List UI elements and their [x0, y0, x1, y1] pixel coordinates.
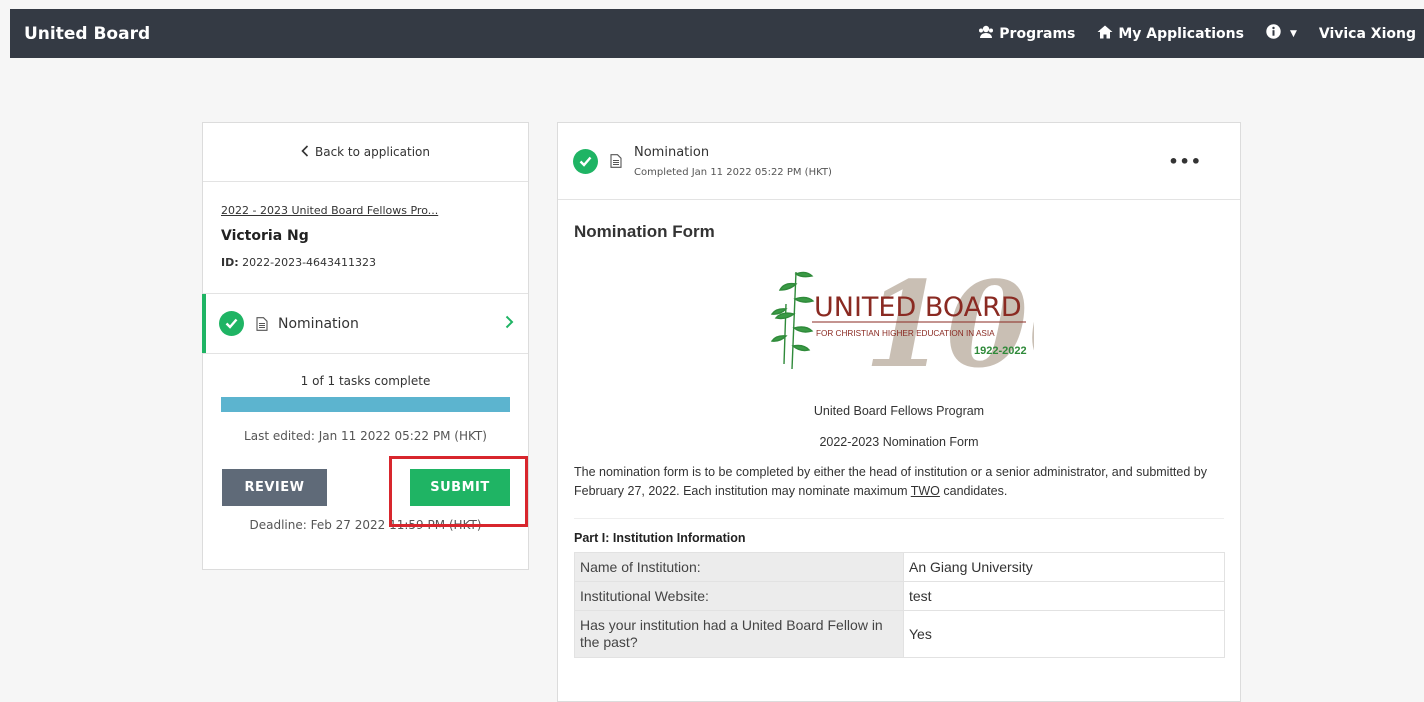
- description-text-end: candidates.: [939, 484, 1008, 498]
- institution-info-table: Name of Institution: An Giang University…: [574, 552, 1225, 658]
- field-value: Yes: [903, 610, 1225, 658]
- nav-my-applications-label: My Applications: [1118, 25, 1244, 42]
- description-text: The nomination form is to be completed b…: [574, 465, 1207, 498]
- description-emphasis: TWO: [910, 484, 940, 498]
- section-title: Part I: Institution Information: [574, 531, 746, 545]
- progress-text: 1 of 1 tasks complete: [300, 374, 431, 388]
- check-icon: [219, 311, 244, 336]
- info-icon: [1266, 24, 1281, 43]
- brand-title[interactable]: United Board: [24, 24, 150, 44]
- form-body: Nomination Form 100 UNITED BOARD FOR CHR…: [558, 222, 1240, 658]
- top-navbar: United Board Programs My Applications ▼ …: [10, 9, 1424, 58]
- field-value: test: [903, 581, 1225, 611]
- progress-bar: [221, 397, 510, 412]
- svg-text:1922-2022: 1922-2022: [974, 345, 1027, 357]
- check-icon: [573, 148, 598, 174]
- nav-programs[interactable]: Programs: [978, 25, 1075, 43]
- info-menu[interactable]: ▼: [1266, 24, 1297, 43]
- programs-icon: [978, 25, 994, 43]
- id-value: 2022-2023-4643411323: [242, 256, 377, 269]
- action-buttons: REVIEW SUBMIT: [203, 456, 528, 527]
- field-label: Name of Institution:: [574, 552, 904, 582]
- task-item-nomination[interactable]: Nomination: [202, 294, 528, 354]
- home-icon: [1097, 25, 1113, 43]
- svg-text:UNITED BOARD: UNITED BOARD: [814, 292, 1022, 323]
- table-row: Name of Institution: An Giang University: [574, 552, 1225, 582]
- table-row: Has your institution had a United Board …: [574, 610, 1225, 658]
- back-label: Back to application: [314, 145, 430, 159]
- back-to-application-link[interactable]: Back to application: [203, 123, 528, 182]
- divider: [574, 518, 1224, 519]
- application-info: 2022 - 2023 United Board Fellows Pro... …: [203, 182, 528, 294]
- nav-programs-label: Programs: [999, 25, 1076, 42]
- nav-my-applications[interactable]: My Applications: [1097, 25, 1244, 43]
- task-label: Nomination: [278, 315, 359, 332]
- field-label: Has your institution had a United Board …: [574, 610, 904, 658]
- task-panel: Nomination Completed Jan 11 2022 05:22 P…: [557, 122, 1241, 702]
- field-label: Institutional Website:: [574, 581, 904, 611]
- task-panel-title: Nomination: [634, 144, 710, 160]
- top-nav: Programs My Applications ▼ Vivica Xiong: [978, 9, 1424, 58]
- task-panel-subtitle: Completed Jan 11 2022 05:22 PM (HKT): [634, 166, 832, 178]
- chevron-right-icon: [505, 313, 514, 334]
- svg-text:FOR CHRISTIAN HIGHER EDUCATION: FOR CHRISTIAN HIGHER EDUCATION IN ASIA: [816, 329, 995, 338]
- progress-fill: [221, 397, 510, 412]
- last-edited: Last edited: Jan 11 2022 05:22 PM (HKT): [244, 429, 487, 443]
- more-options-button[interactable]: •••: [1168, 152, 1202, 171]
- chevron-left-icon: [301, 143, 309, 161]
- task-panel-titles: Nomination Completed Jan 11 2022 05:22 P…: [634, 145, 832, 178]
- form-title: Nomination Form: [574, 222, 715, 241]
- united-board-logo: 100 UNITED BOARD FOR CHRISTIAN HIGHER ED…: [770, 264, 1034, 374]
- document-icon: [256, 316, 268, 331]
- applicant-name: Victoria Ng: [221, 228, 309, 244]
- id-label: ID:: [221, 256, 239, 269]
- table-row: Institutional Website: test: [574, 581, 1225, 611]
- task-panel-header: Nomination Completed Jan 11 2022 05:22 P…: [558, 123, 1240, 200]
- field-value: An Giang University: [903, 552, 1225, 582]
- form-description: The nomination form is to be completed b…: [574, 463, 1224, 501]
- form-name: 2022-2023 Nomination Form: [819, 435, 979, 449]
- program-link[interactable]: 2022 - 2023 United Board Fellows Pro...: [221, 204, 528, 217]
- program-name: United Board Fellows Program: [813, 404, 985, 418]
- submit-highlight-box: [389, 456, 528, 527]
- application-id: ID: 2022-2023-4643411323: [221, 256, 528, 269]
- user-menu[interactable]: Vivica Xiong: [1319, 26, 1416, 42]
- chevron-down-icon: ▼: [1289, 28, 1297, 39]
- document-icon: [610, 154, 622, 168]
- application-sidebar: Back to application 2022 - 2023 United B…: [202, 122, 529, 570]
- review-button[interactable]: REVIEW: [222, 469, 327, 506]
